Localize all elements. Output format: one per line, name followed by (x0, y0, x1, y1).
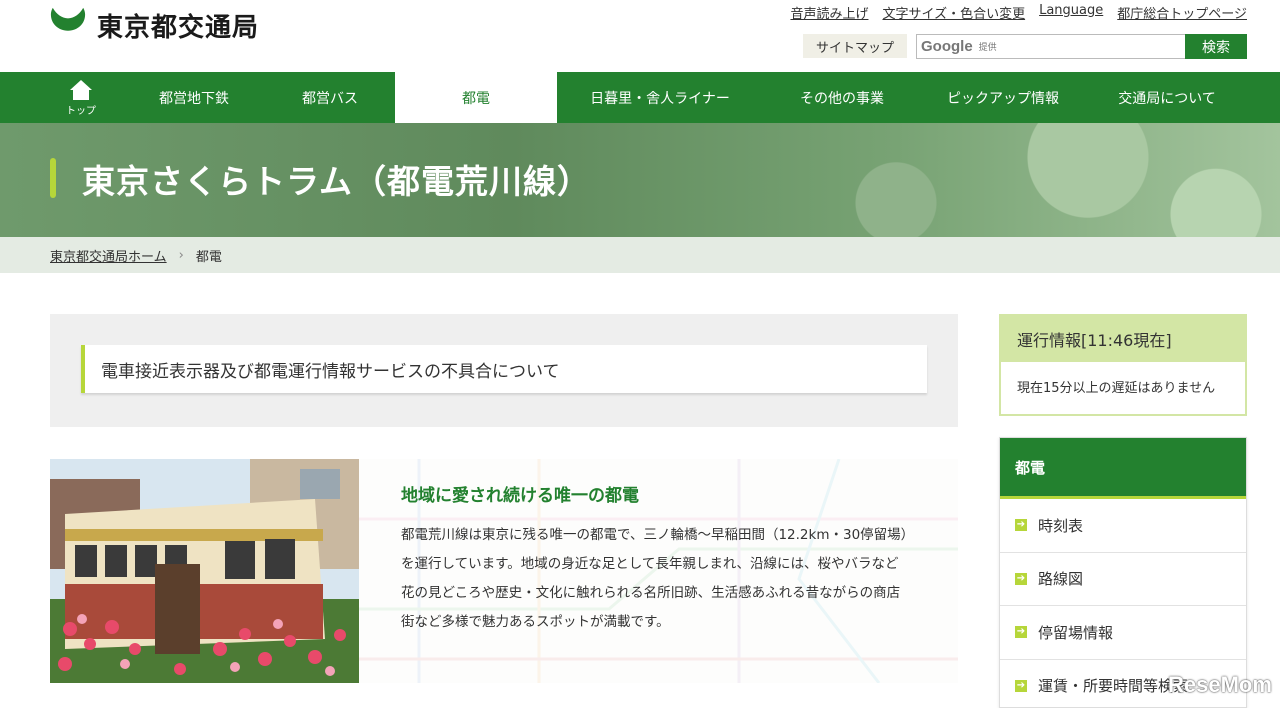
site-header: 東京都交通局 音声読み上げ 文字サイズ・色合い変更 Language 都庁総合ト… (0, 0, 1280, 72)
side-menu-label: 運賃・所要時間等検索 (1038, 677, 1189, 696)
read-aloud-link[interactable]: 音声読み上げ (790, 3, 868, 22)
ginkgo-leaf-icon (50, 7, 86, 43)
side-menu-title: 都電 (1000, 438, 1246, 499)
service-status-message: 現在15分以上の遅延はありません (1017, 381, 1216, 396)
side-menu-label: 時刻表 (1038, 516, 1084, 535)
service-status-panel: 運行情報[11:46現在] 現在15分以上の遅延はありません (999, 314, 1247, 416)
arrow-right-icon: ➔ (1015, 519, 1027, 532)
google-sub-label: 提供 (978, 43, 997, 53)
nav-item-label: トップ (66, 105, 96, 117)
arrow-right-icon: ➔ (1015, 679, 1027, 692)
home-icon (70, 79, 92, 100)
tram-photo (50, 459, 359, 683)
breadcrumb: 東京都交通局ホーム › 都電 (0, 237, 1280, 273)
nav-item-other-business[interactable]: その他の事業 (763, 72, 921, 123)
side-menu-label: 路線図 (1038, 570, 1084, 589)
global-nav: トップ 都営地下鉄 都営バス 都電 日暮里・舎人ライナー その他の事業 ピックア… (0, 72, 1280, 123)
notice-link[interactable]: 電車接近表示器及び都電運行情報サービスの不具合について (81, 345, 927, 393)
nav-item-toden[interactable]: 都電 (395, 72, 557, 123)
feature-description: 都電荒川線は東京に残る唯一の都電で、三ノ輪橋～早稲田間（12.2km・30停留場… (401, 527, 908, 630)
nav-item-about[interactable]: 交通局について (1085, 72, 1249, 123)
nav-item-subway[interactable]: 都営地下鉄 (122, 72, 266, 123)
language-link[interactable]: Language (1039, 3, 1103, 22)
chevron-right-icon: › (178, 247, 184, 263)
nav-item-pickup[interactable]: ピックアップ情報 (921, 72, 1085, 123)
breadcrumb-home-link[interactable]: 東京都交通局ホーム (50, 246, 167, 265)
feature-title: 地域に愛され続ける唯一の都電 (401, 486, 639, 506)
site-logo[interactable]: 東京都交通局 (49, 6, 259, 44)
text-size-color-link[interactable]: 文字サイズ・色合い変更 (882, 3, 1025, 22)
search-button[interactable]: 検索 (1185, 34, 1247, 59)
feature-section: 地域に愛され続ける唯一の都電 都電荒川線は東京に残る唯一の都電で、三ノ輪橋～早稲… (50, 459, 958, 683)
notice-area: 電車接近表示器及び都電運行情報サービスの不具合について (50, 314, 958, 427)
tram-image (50, 459, 359, 683)
search-input[interactable]: Google 提供 (916, 34, 1186, 59)
logo-text: 東京都交通局 (97, 12, 260, 43)
page-title: 東京さくらトラム（都電荒川線） (82, 162, 592, 201)
nav-item-bus[interactable]: 都営バス (266, 72, 394, 123)
google-logo: Google (921, 38, 973, 55)
toden-side-menu: 都電 ➔ 時刻表 ➔ 路線図 ➔ 停留場情報 ➔ 運賃・所要時間等検索 (999, 437, 1247, 708)
arrow-right-icon: ➔ (1015, 626, 1027, 639)
watermark-logo: ReseMom (1168, 672, 1272, 697)
banner-accent-bar (50, 158, 56, 198)
notice-text: 電車接近表示器及び都電運行情報サービスの不具合について (101, 361, 560, 382)
service-status-title: 運行情報[11:46現在] (1001, 316, 1245, 362)
breadcrumb-current: 都電 (195, 249, 222, 265)
utility-links: 音声読み上げ 文字サイズ・色合い変更 Language 都庁総合トップページ (790, 3, 1247, 22)
page-banner: 東京さくらトラム（都電荒川線） (0, 123, 1280, 237)
nav-item-nippori-toneri-liner[interactable]: 日暮里・舎人ライナー (557, 72, 763, 123)
sitemap-button[interactable]: サイトマップ (803, 34, 907, 58)
side-menu-label: 停留場情報 (1038, 623, 1114, 642)
side-menu-item-route-map[interactable]: ➔ 路線図 (1000, 553, 1246, 606)
side-menu-item-timetable[interactable]: ➔ 時刻表 (1000, 499, 1246, 553)
metropolitan-top-link[interactable]: 都庁総合トップページ (1117, 3, 1247, 22)
arrow-right-icon: ➔ (1015, 572, 1027, 585)
side-menu-item-stops[interactable]: ➔ 停留場情報 (1000, 606, 1246, 660)
nav-item-top[interactable]: トップ (50, 72, 112, 123)
